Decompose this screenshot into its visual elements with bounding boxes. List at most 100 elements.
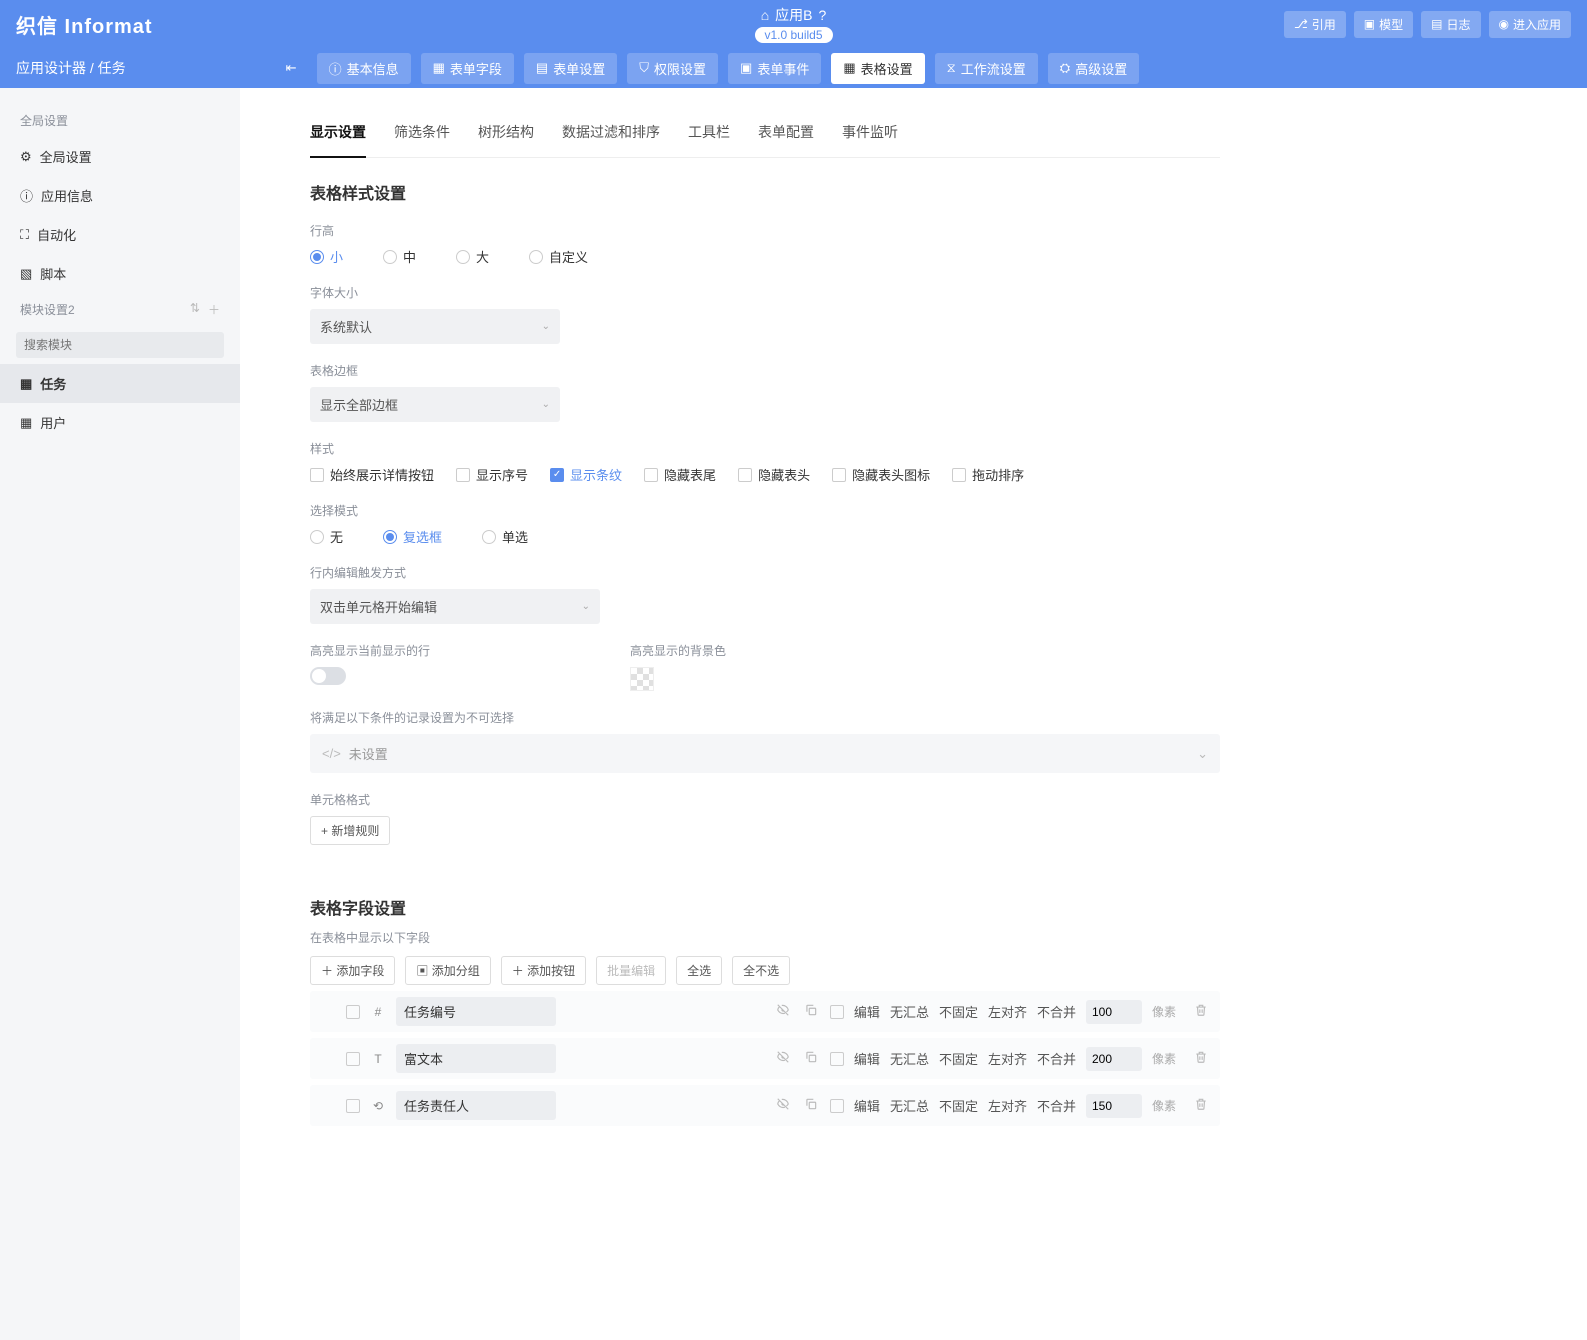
search-input[interactable] [16,332,224,358]
delete-icon[interactable] [1192,1003,1210,1020]
table-row[interactable]: ⋮⋮#任务编号编辑无汇总不固定左对齐不合并像素 [310,991,1220,1032]
home-icon[interactable]: ⌂ [761,7,769,23]
sel-mode-label: 选择模式 [310,502,1220,519]
add-field-button[interactable]: ＋ 添加字段 [310,956,395,985]
cb-drag-sort[interactable]: 拖动排序 [952,465,1024,484]
cb-detail-btn[interactable]: 始终展示详情按钮 [310,465,434,484]
font-size-select[interactable]: 系统默认⌄ [310,309,560,344]
merge-select[interactable]: 不合并 [1037,1002,1076,1021]
copy-icon[interactable] [802,1003,820,1020]
subtab-events[interactable]: 事件监听 [842,112,898,157]
selmode-none[interactable]: 无 [310,527,343,546]
tab-workflow[interactable]: ⧖工作流设置 [935,53,1038,84]
sidebar-item-user[interactable]: ▦用户 [0,403,240,442]
fixed-select[interactable]: 不固定 [939,1002,978,1021]
table-row[interactable]: ⋮⋮⟲任务责任人编辑无汇总不固定左对齐不合并像素 [310,1085,1220,1126]
highlight-row-label: 高亮显示当前显示的行 [310,642,430,659]
tab-advanced[interactable]: ⛭高级设置 [1048,53,1139,84]
highlight-row-toggle[interactable] [310,667,346,685]
row-checkbox[interactable] [346,1005,360,1019]
row-checkbox[interactable] [346,1052,360,1066]
merge-select[interactable]: 不合并 [1037,1096,1076,1115]
row-height-large[interactable]: 大 [456,247,489,266]
model-button[interactable]: ▣模型 [1354,11,1413,38]
subtab-formcfg[interactable]: 表单配置 [758,112,814,157]
align-select[interactable]: 左对齐 [988,1002,1027,1021]
row-height-custom[interactable]: 自定义 [529,247,588,266]
help-icon[interactable]: ? [819,7,827,23]
eye-off-icon[interactable] [774,1050,792,1067]
cb-show-stripe[interactable]: ✓显示条纹 [550,465,622,484]
sidebar-item-task[interactable]: ▦任务 [0,364,240,403]
tab-form-events[interactable]: ▣表单事件 [728,53,821,84]
selmode-checkbox[interactable]: 复选框 [383,527,442,546]
tab-permission[interactable]: ⛉权限设置 [627,53,718,84]
align-select[interactable]: 左对齐 [988,1049,1027,1068]
subtab-toolbar[interactable]: 工具栏 [688,112,730,157]
tab-basic[interactable]: ⓘ基本信息 [317,53,411,84]
summary-select[interactable]: 无汇总 [890,1002,929,1021]
width-input[interactable] [1086,1000,1142,1024]
inline-edit-select[interactable]: 双击单元格开始编辑⌄ [310,589,600,624]
deselect-all-button[interactable]: 全不选 [732,956,790,985]
log-button[interactable]: ▤日志 [1421,11,1480,38]
app-name[interactable]: 应用B [775,5,812,25]
subtab-filter[interactable]: 筛选条件 [394,112,450,157]
cb-show-index[interactable]: 显示序号 [456,465,528,484]
collapse-icon[interactable]: ⇤ [286,60,297,76]
summary-select[interactable]: 无汇总 [890,1049,929,1068]
selmode-radio[interactable]: 单选 [482,527,528,546]
subtab-datasort[interactable]: 数据过滤和排序 [562,112,660,157]
delete-icon[interactable] [1192,1050,1210,1067]
enter-app-button[interactable]: ◉进入应用 [1489,11,1572,38]
add-rule-button[interactable]: + 新增规则 [310,816,390,845]
eye-off-icon[interactable] [774,1003,792,1020]
sidebar-item-automation[interactable]: ⛶自动化 [0,215,240,254]
subtab-display[interactable]: 显示设置 [310,112,366,158]
width-input[interactable] [1086,1047,1142,1071]
copy-icon[interactable] [802,1050,820,1067]
row-checkbox[interactable] [346,1099,360,1113]
tab-form-fields[interactable]: ▦表单字段 [421,53,514,84]
plus-icon[interactable]: ＋ [208,301,220,318]
sidebar-item-global[interactable]: ⚙全局设置 [0,137,240,176]
row-height-small[interactable]: 小 [310,247,343,266]
fixed-select[interactable]: 不固定 [939,1096,978,1115]
border-select[interactable]: 显示全部边框⌄ [310,387,560,422]
row-height-medium[interactable]: 中 [383,247,416,266]
cb-hide-header[interactable]: 隐藏表头 [738,465,810,484]
version-pill[interactable]: v1.0 build5 [754,27,832,43]
fixed-select[interactable]: 不固定 [939,1049,978,1068]
sidebar-item-script[interactable]: ▧脚本 [0,254,240,293]
table-row[interactable]: ⋮⋮T富文本编辑无汇总不固定左对齐不合并像素 [310,1038,1220,1079]
delete-icon[interactable] [1192,1097,1210,1114]
summary-select[interactable]: 无汇总 [890,1096,929,1115]
field-name[interactable]: 任务编号 [396,997,556,1026]
field-name[interactable]: 富文本 [396,1044,556,1073]
cb-hide-footer[interactable]: 隐藏表尾 [644,465,716,484]
condition-select[interactable]: </> 未设置 ⌄ [310,734,1220,773]
cube-icon: ▣ [1364,17,1375,31]
width-input[interactable] [1086,1094,1142,1118]
color-picker[interactable] [630,667,654,691]
edit-checkbox[interactable] [830,1052,844,1066]
type-icon: ⟲ [370,1099,386,1113]
select-all-button[interactable]: 全选 [676,956,722,985]
add-group-button[interactable]: ▣ 添加分组 [405,956,490,985]
tab-table-settings[interactable]: ▦表格设置 [831,53,924,84]
add-btn-button[interactable]: ＋ 添加按钮 [501,956,586,985]
tab-form-settings[interactable]: ▤表单设置 [524,53,617,84]
sidebar-item-appinfo[interactable]: ⓘ应用信息 [0,176,240,215]
ref-button[interactable]: ⎇引用 [1284,11,1346,38]
merge-select[interactable]: 不合并 [1037,1049,1076,1068]
edit-checkbox[interactable] [830,1099,844,1113]
cb-hide-hdr-icon[interactable]: 隐藏表头图标 [832,465,930,484]
subtab-tree[interactable]: 树形结构 [478,112,534,157]
align-select[interactable]: 左对齐 [988,1096,1027,1115]
field-name[interactable]: 任务责任人 [396,1091,556,1120]
bolt-icon: ⛶ [20,227,29,243]
sort-icon[interactable]: ⇅ [190,301,200,318]
edit-checkbox[interactable] [830,1005,844,1019]
copy-icon[interactable] [802,1097,820,1114]
eye-off-icon[interactable] [774,1097,792,1114]
